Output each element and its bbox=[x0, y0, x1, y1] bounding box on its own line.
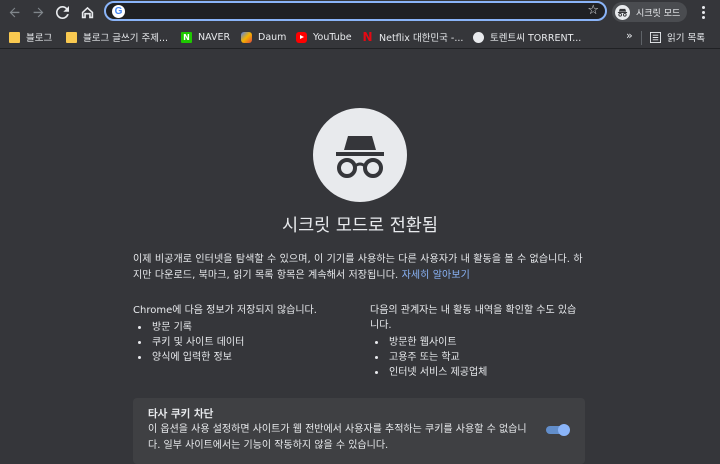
bookmark-item[interactable]: 토렌트씨 TORRENT... bbox=[473, 28, 581, 46]
not-saved-section: Chrome에 다음 정보가 저장되지 않습니다. 방문 기록 쿠키 및 사이트… bbox=[133, 303, 353, 365]
list-item: 양식에 입력한 정보 bbox=[150, 350, 353, 365]
bookmark-label: 블로그 글쓰기 주제... bbox=[83, 33, 169, 44]
forward-arrow-icon bbox=[33, 7, 43, 17]
bookmark-item[interactable]: 블로그 글쓰기 주제... bbox=[66, 28, 168, 46]
intro-text: 이제 비공개로 인터넷을 탐색할 수 있으며, 이 기기를 사용하는 다른 사용… bbox=[133, 254, 583, 281]
back-arrow-icon bbox=[9, 7, 19, 17]
bookmark-item[interactable]: N NAVER bbox=[181, 28, 230, 46]
address-bar[interactable]: G ☆ bbox=[104, 1, 607, 21]
forward-button[interactable] bbox=[29, 3, 47, 21]
third-party-cookie-card: 타사 쿠키 차단 이 옵션을 사용 설정하면 사이트가 웹 전반에서 사용자를 … bbox=[133, 398, 585, 464]
netflix-icon: N bbox=[362, 30, 373, 44]
not-saved-heading: Chrome에 다음 정보가 저장되지 않습니다. bbox=[133, 305, 317, 316]
list-item: 고용주 또는 학교 bbox=[387, 350, 585, 365]
bookmark-item[interactable]: YouTube bbox=[296, 28, 352, 46]
back-button[interactable] bbox=[5, 3, 23, 21]
globe-icon bbox=[473, 31, 484, 43]
home-icon bbox=[81, 6, 93, 18]
bookmarks-overflow-button[interactable]: » bbox=[626, 29, 633, 42]
block-cookies-toggle[interactable] bbox=[546, 424, 570, 436]
visible-to-heading: 다음의 관계자는 내 활동 내역을 확인할 수도 있습니다. bbox=[370, 305, 577, 331]
incognito-hat-icon bbox=[313, 108, 407, 202]
bookmark-label: Netflix 대한민국 -... bbox=[379, 33, 464, 44]
youtube-icon bbox=[296, 31, 307, 43]
list-item: 인터넷 서비스 제공업체 bbox=[387, 365, 585, 380]
profile-label: 시크릿 모드 bbox=[636, 8, 681, 19]
bookmark-label: 토렌트씨 TORRENT... bbox=[490, 33, 582, 44]
reading-list-button[interactable]: 읽기 목록 bbox=[650, 28, 705, 46]
profile-button[interactable]: 시크릿 모드 bbox=[612, 2, 687, 22]
cookie-card-description: 이 옵션을 사용 설정하면 사이트가 웹 전반에서 사용자를 추적하는 쿠키를 … bbox=[148, 424, 527, 451]
bookmark-item[interactable]: 블로그 bbox=[9, 28, 52, 46]
bookmark-label: NAVER bbox=[198, 31, 231, 43]
reading-list-label: 읽기 목록 bbox=[667, 33, 705, 44]
more-menu-icon[interactable] bbox=[697, 3, 709, 21]
incognito-avatar-icon bbox=[615, 4, 630, 20]
visible-to-section: 다음의 관계자는 내 활동 내역을 확인할 수도 있습니다. 방문한 웹사이트 … bbox=[370, 303, 585, 380]
browser-toolbar: G ☆ 시크릿 모드 bbox=[0, 0, 720, 24]
intro-paragraph: 이제 비공개로 인터넷을 탐색할 수 있으며, 이 기기를 사용하는 다른 사용… bbox=[133, 252, 583, 283]
bookmark-label: YouTube bbox=[313, 31, 352, 43]
bookmark-item[interactable]: N Netflix 대한민국 -... bbox=[362, 28, 463, 46]
bookmark-star-icon[interactable]: ☆ bbox=[587, 4, 599, 18]
list-item: 방문한 웹사이트 bbox=[387, 335, 585, 350]
bookmark-label: 블로그 bbox=[26, 33, 53, 44]
folder-icon bbox=[66, 31, 77, 43]
bookmarks-bar: 블로그 블로그 글쓰기 주제... N NAVER Daum YouTube N… bbox=[0, 26, 720, 49]
bookmark-item[interactable]: Daum bbox=[241, 28, 286, 46]
google-icon: G bbox=[112, 5, 125, 18]
list-item: 쿠키 및 사이트 데이터 bbox=[150, 335, 353, 350]
reading-list-icon bbox=[650, 31, 661, 43]
folder-icon bbox=[9, 31, 20, 43]
learn-more-link[interactable]: 자세히 알아보기 bbox=[402, 270, 470, 281]
home-button[interactable] bbox=[78, 3, 96, 21]
reload-icon bbox=[55, 5, 69, 19]
divider bbox=[641, 31, 642, 45]
list-item: 방문 기록 bbox=[150, 320, 353, 335]
cookie-card-title: 타사 쿠키 차단 bbox=[148, 408, 214, 420]
toggle-knob bbox=[558, 424, 570, 436]
daum-icon bbox=[241, 31, 252, 43]
reload-button[interactable] bbox=[53, 3, 71, 21]
bookmark-label: Daum bbox=[258, 31, 287, 43]
page-title: 시크릿 모드로 전환됨 bbox=[281, 216, 439, 236]
naver-icon: N bbox=[181, 31, 192, 43]
